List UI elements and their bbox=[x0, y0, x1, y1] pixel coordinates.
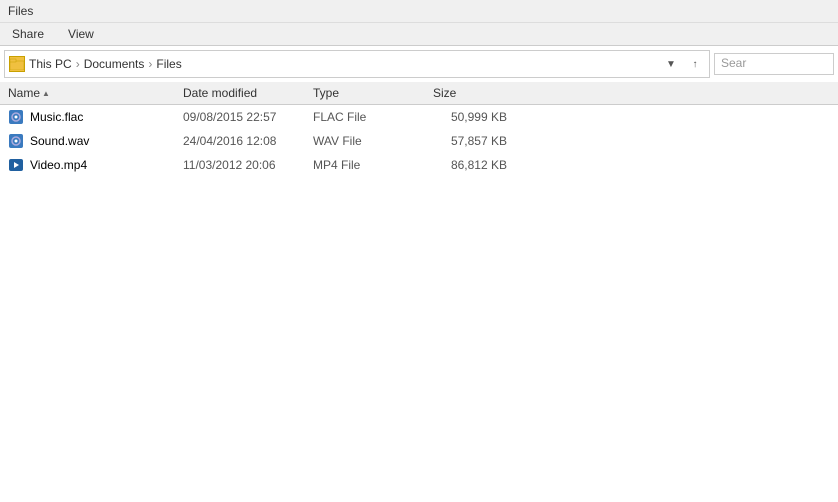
wav-icon bbox=[8, 133, 24, 149]
col-header-type[interactable]: Type bbox=[305, 84, 425, 102]
col-header-name[interactable]: Name ▲ bbox=[0, 84, 175, 102]
file-list: Music.flac 09/08/2015 22:57 FLAC File 50… bbox=[0, 105, 838, 177]
file-size-cell: 57,857 KB bbox=[425, 133, 515, 149]
table-row[interactable]: Sound.wav 24/04/2016 12:08 WAV File 57,8… bbox=[0, 129, 838, 153]
breadcrumb-documents[interactable]: Documents bbox=[84, 57, 145, 71]
sort-arrow-name: ▲ bbox=[42, 89, 50, 98]
file-date-cell: 24/04/2016 12:08 bbox=[175, 133, 305, 149]
breadcrumb: This PC › Documents › Files bbox=[29, 57, 661, 71]
flac-icon bbox=[8, 109, 24, 125]
file-type-cell: WAV File bbox=[305, 133, 425, 149]
column-headers: Name ▲ Date modified Type Size bbox=[0, 82, 838, 105]
ribbon: Share View bbox=[0, 23, 838, 46]
file-date-cell: 09/08/2015 22:57 bbox=[175, 109, 305, 125]
address-bar[interactable]: This PC › Documents › Files ▼ ↑ bbox=[4, 50, 710, 78]
col-header-size[interactable]: Size bbox=[425, 84, 515, 102]
table-row[interactable]: Video.mp4 11/03/2012 20:06 MP4 File 86,8… bbox=[0, 153, 838, 177]
ribbon-view[interactable]: View bbox=[64, 25, 98, 43]
breadcrumb-files[interactable]: Files bbox=[156, 57, 181, 71]
file-size-cell: 86,812 KB bbox=[425, 157, 515, 173]
address-actions: ▼ ↑ bbox=[661, 54, 705, 74]
breadcrumb-thispc[interactable]: This PC bbox=[29, 57, 72, 71]
file-type-cell: MP4 File bbox=[305, 157, 425, 173]
file-size-cell: 50,999 KB bbox=[425, 109, 515, 125]
file-type-cell: FLAC File bbox=[305, 109, 425, 125]
address-refresh-btn[interactable]: ↑ bbox=[685, 54, 705, 74]
file-date-cell: 11/03/2012 20:06 bbox=[175, 157, 305, 173]
ribbon-share[interactable]: Share bbox=[8, 25, 48, 43]
title-label: Files bbox=[8, 4, 33, 18]
address-row: This PC › Documents › Files ▼ ↑ Sear bbox=[0, 46, 838, 82]
file-name-cell: Video.mp4 bbox=[0, 156, 175, 174]
file-name-label: Music.flac bbox=[30, 110, 83, 124]
folder-icon bbox=[9, 56, 25, 72]
content-area: Name ▲ Date modified Type Size Music.fla… bbox=[0, 82, 838, 500]
file-name-cell: Sound.wav bbox=[0, 132, 175, 150]
file-name-cell: Music.flac bbox=[0, 108, 175, 126]
search-placeholder: Sear bbox=[721, 56, 746, 70]
mp4-icon bbox=[8, 157, 24, 173]
table-row[interactable]: Music.flac 09/08/2015 22:57 FLAC File 50… bbox=[0, 105, 838, 129]
title-bar: Files bbox=[0, 0, 838, 23]
search-box[interactable]: Sear bbox=[714, 53, 834, 75]
file-name-label: Sound.wav bbox=[30, 134, 89, 148]
file-name-label: Video.mp4 bbox=[30, 158, 87, 172]
col-header-date[interactable]: Date modified bbox=[175, 84, 305, 102]
address-dropdown-btn[interactable]: ▼ bbox=[661, 54, 681, 74]
